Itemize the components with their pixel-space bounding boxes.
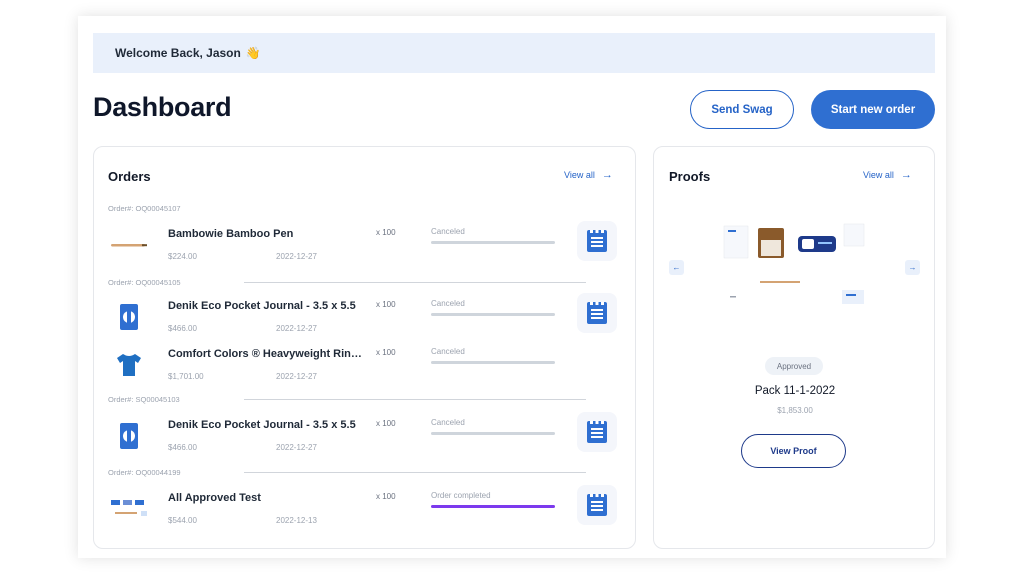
order-item-row[interactable]: Denik Eco Pocket Journal - 3.5 x 5.5 x 1… (94, 415, 636, 459)
status-badge: Approved (765, 357, 823, 375)
order-status: Canceled (431, 347, 465, 356)
status-progress-bar (431, 505, 555, 508)
order-item-row[interactable]: Denik Eco Pocket Journal - 3.5 x 5.5 x 1… (94, 296, 636, 340)
page-title: Dashboard (93, 92, 231, 123)
document-icon (586, 301, 608, 325)
arrow-left-icon: ← (673, 263, 681, 272)
arrow-right-icon: → (901, 169, 912, 181)
product-quantity: x 100 (376, 300, 396, 309)
order-date: 2022-12-27 (276, 372, 317, 381)
product-name: Comfort Colors ® Heavyweight Ring Spun T… (168, 348, 364, 360)
order-number-label: Order#: SQ00045103 (108, 395, 180, 404)
order-divider (244, 472, 586, 473)
waving-hand-icon: 👋 (246, 46, 261, 60)
order-status: Canceled (431, 418, 465, 427)
pen-icon (108, 224, 150, 266)
view-all-label: View all (863, 170, 894, 180)
order-item-row[interactable]: Bambowie Bamboo Pen x 100 $224.00 2022-1… (94, 224, 636, 268)
view-all-label: View all (564, 170, 595, 180)
product-quantity: x 100 (376, 348, 396, 357)
order-date: 2022-12-27 (276, 324, 317, 333)
app-frame: Welcome Back, Jason 👋 Dashboard Send Swa… (78, 16, 946, 558)
orders-view-all-link[interactable]: View all → (564, 169, 613, 181)
product-quantity: x 100 (376, 228, 396, 237)
pack-icon (108, 488, 150, 530)
tshirt-icon (108, 344, 150, 386)
order-number-label: Order#: OQ00045107 (108, 204, 181, 213)
carousel-next-button[interactable]: → (905, 260, 920, 275)
journal-icon (108, 296, 150, 338)
product-name: Denik Eco Pocket Journal - 3.5 x 5.5 (168, 419, 356, 431)
invoice-document-button[interactable] (577, 221, 617, 261)
product-quantity: x 100 (376, 419, 396, 428)
order-status: Canceled (431, 299, 465, 308)
proofs-view-all-link[interactable]: View all → (863, 169, 912, 181)
product-name: Bambowie Bamboo Pen (168, 228, 293, 240)
order-status: Canceled (431, 227, 465, 236)
order-date: 2022-12-13 (276, 516, 317, 525)
order-divider (244, 399, 586, 400)
status-progress-bar (431, 432, 555, 435)
orders-title: Orders (108, 169, 151, 184)
product-quantity: x 100 (376, 492, 396, 501)
order-number-label: Order#: OQ00045105 (108, 278, 181, 287)
start-new-order-button[interactable]: Start new order (811, 90, 935, 129)
order-divider (244, 282, 586, 283)
invoice-document-button[interactable] (577, 293, 617, 333)
pack-name: Pack 11-1-2022 (654, 385, 935, 397)
product-name: All Approved Test (168, 492, 261, 504)
status-progress-bar (431, 313, 555, 316)
order-number-label: Order#: OQ00044199 (108, 468, 181, 477)
view-proof-button[interactable]: View Proof (741, 434, 846, 468)
journal-icon (108, 415, 150, 457)
order-item-row[interactable]: All Approved Test x 100 $544.00 2022-12-… (94, 488, 636, 532)
document-icon (586, 229, 608, 253)
order-date: 2022-12-27 (276, 443, 317, 452)
pack-price: $1,853.00 (654, 406, 935, 415)
invoice-document-button[interactable] (577, 412, 617, 452)
product-price: $466.00 (168, 324, 197, 333)
arrow-right-icon: → (909, 263, 917, 272)
proofs-title: Proofs (669, 169, 710, 184)
welcome-text: Welcome Back, Jason (115, 46, 241, 60)
invoice-document-button[interactable] (577, 485, 617, 525)
document-icon (586, 420, 608, 444)
document-icon (586, 493, 608, 517)
orders-card: Orders View all → Order#: OQ00045107 Bam… (93, 146, 636, 549)
order-date: 2022-12-27 (276, 252, 317, 261)
product-price: $544.00 (168, 516, 197, 525)
arrow-right-icon: → (602, 169, 613, 181)
welcome-banner: Welcome Back, Jason 👋 (93, 33, 935, 73)
product-price: $466.00 (168, 443, 197, 452)
send-swag-button[interactable]: Send Swag (690, 90, 794, 129)
proof-pack-preview-image (720, 220, 870, 312)
order-status: Order completed (431, 491, 491, 500)
product-name: Denik Eco Pocket Journal - 3.5 x 5.5 (168, 300, 356, 312)
product-price: $1,701.00 (168, 372, 204, 381)
order-item-row[interactable]: Comfort Colors ® Heavyweight Ring Spun T… (94, 344, 636, 388)
proofs-card: Proofs View all → ← → Approved Pack 11-1… (653, 146, 935, 549)
carousel-prev-button[interactable]: ← (669, 260, 684, 275)
status-progress-bar (431, 241, 555, 244)
status-progress-bar (431, 361, 555, 364)
product-price: $224.00 (168, 252, 197, 261)
